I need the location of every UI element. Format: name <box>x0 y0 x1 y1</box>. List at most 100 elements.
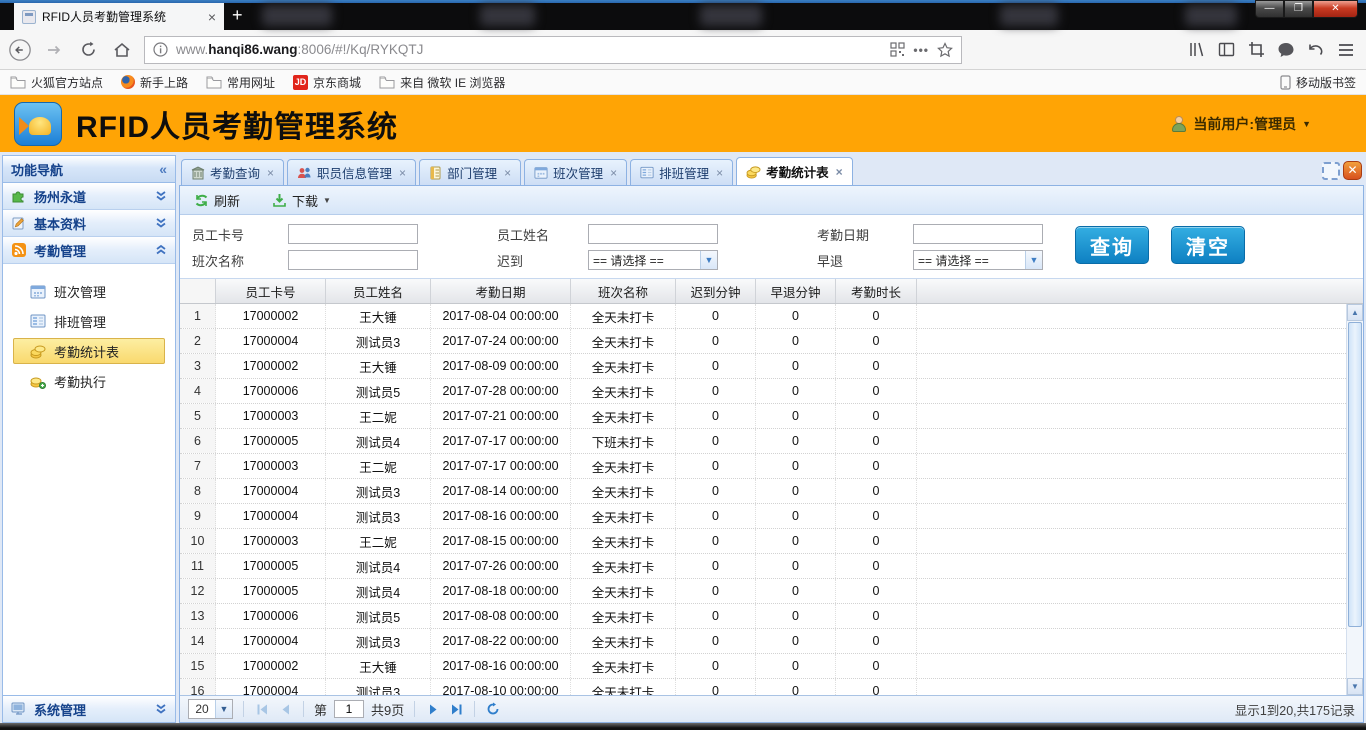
table-row[interactable]: 3 17000002 王大锤 2017-08-09 00:00:00 全天未打卡… <box>180 354 1346 379</box>
screenshot-icon[interactable] <box>1244 38 1268 62</box>
tab-shift-management[interactable]: 班次管理× <box>524 159 627 185</box>
sidebar-item-attendance-stats[interactable]: 考勤统计表 <box>13 338 165 364</box>
scrollbar-thumb[interactable] <box>1348 322 1362 627</box>
sidebar-group-attendance[interactable]: 考勤管理 <box>3 237 175 264</box>
last-page-icon[interactable] <box>448 701 464 717</box>
window-close-button[interactable]: ✕ <box>1313 0 1358 18</box>
browser-tab[interactable]: RFID人员考勤管理系统 × <box>14 3 224 30</box>
bookmark-mobile[interactable]: 移动版书签 <box>1280 74 1356 91</box>
table-row[interactable]: 13 17000006 测试员5 2017-08-08 00:00:00 全天未… <box>180 604 1346 629</box>
sidebar-group-yangzhou[interactable]: 扬州永道 <box>3 183 175 210</box>
column-header[interactable]: 早退分钟 <box>756 279 836 303</box>
first-page-icon[interactable] <box>254 701 270 717</box>
page-info-icon[interactable] <box>153 42 168 57</box>
page-number-input[interactable] <box>334 700 364 718</box>
sidebar-item-shift-management[interactable]: 班次管理 <box>13 278 165 304</box>
url-bar[interactable]: www.hanqi86.wang:8006/#!/Kq/RYKQTJ ••• <box>144 36 962 64</box>
column-header[interactable]: 考勤日期 <box>431 279 571 303</box>
page-actions-icon[interactable]: ••• <box>913 43 929 57</box>
next-page-icon[interactable] <box>425 701 441 717</box>
forward-icon[interactable] <box>42 38 66 62</box>
prev-page-icon[interactable] <box>277 701 293 717</box>
tab-close-icon[interactable]: × <box>610 166 617 180</box>
tab-department[interactable]: 部门管理× <box>419 159 521 185</box>
sidebar-group-basic-data[interactable]: 基本资料 <box>3 210 175 237</box>
column-header[interactable]: 迟到分钟 <box>676 279 756 303</box>
bookmark-item[interactable]: 新手上路 <box>121 74 188 91</box>
table-row[interactable]: 1 17000002 王大锤 2017-08-04 00:00:00 全天未打卡… <box>180 304 1346 329</box>
url-text[interactable]: www.hanqi86.wang:8006/#!/Kq/RYKQTJ <box>176 42 882 57</box>
scroll-up-icon[interactable]: ▲ <box>1347 304 1363 321</box>
table-row[interactable]: 9 17000004 测试员3 2017-08-16 00:00:00 全天未打… <box>180 504 1346 529</box>
tab-attendance-query[interactable]: 考勤查询× <box>181 159 284 185</box>
chevron-down-icon: ▼ <box>323 196 331 205</box>
home-icon[interactable] <box>110 38 134 62</box>
shift-name-input[interactable] <box>288 250 418 270</box>
sidebar-toggle-icon[interactable] <box>1214 38 1238 62</box>
current-user-menu[interactable]: 当前用户:管理员 ▼ <box>1171 114 1311 134</box>
close-all-tabs-icon[interactable]: ✕ <box>1343 161 1362 180</box>
table-row[interactable]: 7 17000003 王二妮 2017-07-17 00:00:00 全天未打卡… <box>180 454 1346 479</box>
table-row[interactable]: 11 17000005 测试员4 2017-07-26 00:00:00 全天未… <box>180 554 1346 579</box>
tab-close-icon[interactable]: × <box>399 166 406 180</box>
bookmark-item[interactable]: 火狐官方站点 <box>10 74 103 91</box>
page-size-combo[interactable]: 20 ▼ <box>188 699 233 719</box>
tab-staff-info[interactable]: 职员信息管理× <box>287 159 416 185</box>
search-button[interactable]: 查询 <box>1075 226 1149 264</box>
table-row[interactable]: 14 17000004 测试员3 2017-08-22 00:00:00 全天未… <box>180 629 1346 654</box>
late-select[interactable]: == 请选择 == ▼ <box>588 250 718 270</box>
back-icon[interactable] <box>8 38 32 62</box>
table-row[interactable]: 10 17000003 王二妮 2017-08-15 00:00:00 全天未打… <box>180 529 1346 554</box>
library-icon[interactable] <box>1184 38 1208 62</box>
scroll-down-icon[interactable]: ▼ <box>1347 678 1363 695</box>
tab-close-icon[interactable]: × <box>836 165 843 179</box>
table-row[interactable]: 5 17000003 王二妮 2017-07-21 00:00:00 全天未打卡… <box>180 404 1346 429</box>
table-row[interactable]: 6 17000005 测试员4 2017-07-17 00:00:00 下班未打… <box>180 429 1346 454</box>
sidebar-item-schedule-management[interactable]: 排班管理 <box>13 308 165 334</box>
chevron-down-icon[interactable]: ▼ <box>215 700 232 718</box>
table-row[interactable]: 4 17000006 测试员5 2017-07-28 00:00:00 全天未打… <box>180 379 1346 404</box>
undo-icon[interactable] <box>1304 38 1328 62</box>
column-header[interactable]: 考勤时长 <box>836 279 917 303</box>
sidebar-group-system[interactable]: 系统管理 <box>3 695 175 722</box>
tab-close-icon[interactable]: × <box>716 166 723 180</box>
reload-icon[interactable] <box>76 38 100 62</box>
bookmark-star-icon[interactable] <box>937 42 953 58</box>
window-minimize-button[interactable]: — <box>1255 0 1284 18</box>
table-row[interactable]: 8 17000004 测试员3 2017-08-14 00:00:00 全天未打… <box>180 479 1346 504</box>
table-row[interactable]: 12 17000005 测试员4 2017-08-18 00:00:00 全天未… <box>180 579 1346 604</box>
clear-button[interactable]: 清空 <box>1171 226 1245 264</box>
bookmark-item[interactable]: 常用网址 <box>206 74 275 91</box>
table-row[interactable]: 2 17000004 测试员3 2017-07-24 00:00:00 全天未打… <box>180 329 1346 354</box>
fullscreen-icon[interactable] <box>1322 162 1340 180</box>
early-leave-select[interactable]: == 请选择 == ▼ <box>913 250 1043 270</box>
bookmark-item[interactable]: JD 京东商城 <box>293 74 361 91</box>
new-tab-button[interactable]: + <box>232 6 243 24</box>
column-header[interactable]: 员工姓名 <box>326 279 431 303</box>
reload-grid-icon[interactable] <box>485 701 501 717</box>
column-header[interactable]: 班次名称 <box>571 279 676 303</box>
chat-icon[interactable] <box>1274 38 1298 62</box>
refresh-button[interactable]: 刷新 <box>190 189 244 212</box>
column-header[interactable]: 员工卡号 <box>216 279 326 303</box>
sidebar-collapse-icon[interactable]: « <box>159 161 167 177</box>
tab-schedule-management[interactable]: 排班管理× <box>630 159 733 185</box>
grid-vertical-scrollbar[interactable]: ▲ ▼ <box>1346 304 1363 695</box>
table-row[interactable]: 15 17000002 王大锤 2017-08-16 00:00:00 全天未打… <box>180 654 1346 679</box>
tab-close-icon[interactable]: × <box>504 166 511 180</box>
window-restore-button[interactable]: ❐ <box>1284 0 1313 18</box>
menu-icon[interactable] <box>1334 38 1358 62</box>
download-button[interactable]: 下载 ▼ <box>268 189 335 212</box>
employee-name-input[interactable] <box>588 224 718 244</box>
card-number-input[interactable] <box>288 224 418 244</box>
table-row[interactable]: 16 17000004 测试员3 2017-08-10 00:00:00 全天未… <box>180 679 1346 695</box>
bookmark-item[interactable]: 来自 微软 IE 浏览器 <box>379 74 505 91</box>
chevron-down-icon[interactable]: ▼ <box>1025 251 1042 269</box>
tab-close-icon[interactable]: × <box>208 9 216 25</box>
tab-attendance-stats[interactable]: 考勤统计表× <box>736 157 853 185</box>
attendance-date-input[interactable] <box>913 224 1043 244</box>
tab-close-icon[interactable]: × <box>267 166 274 180</box>
qr-scan-icon[interactable] <box>890 42 905 57</box>
sidebar-item-attendance-execute[interactable]: 考勤执行 <box>13 368 165 394</box>
chevron-down-icon[interactable]: ▼ <box>700 251 717 269</box>
